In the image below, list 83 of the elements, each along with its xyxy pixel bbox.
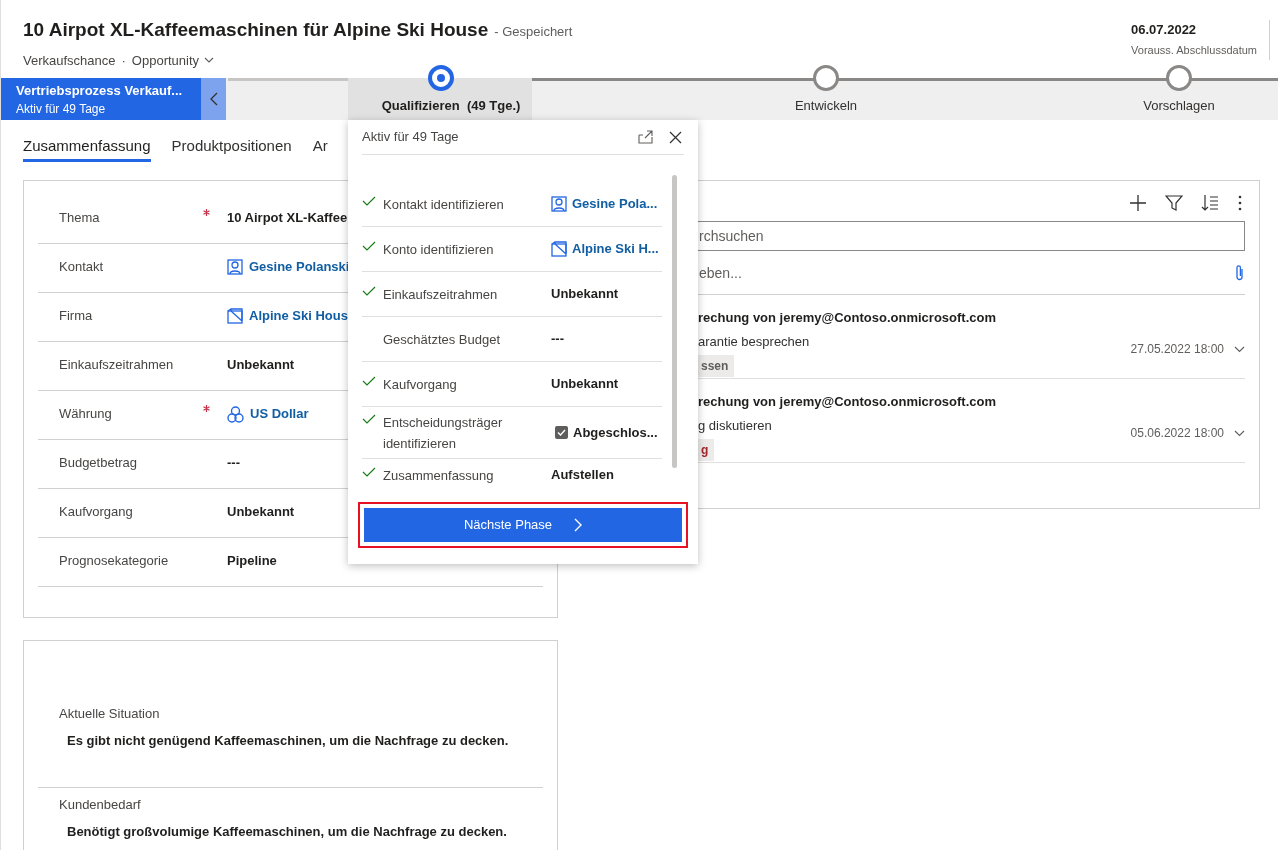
stage-marker[interactable] bbox=[813, 65, 839, 91]
step-label: Kaufvorgang bbox=[383, 375, 458, 394]
step-label: Geschätztes Budget bbox=[383, 330, 502, 349]
add-icon[interactable] bbox=[1129, 194, 1147, 212]
step-link[interactable]: Gesine Pola... bbox=[572, 194, 658, 214]
expand-icon[interactable] bbox=[638, 130, 653, 144]
step-value: Unbekannt bbox=[551, 285, 619, 304]
field-label: Firma bbox=[59, 307, 94, 325]
field-link[interactable]: Gesine Polanski bbox=[249, 257, 350, 277]
field-label: Kundenbedarf bbox=[59, 796, 142, 814]
note-field[interactable]: eben... bbox=[677, 257, 1235, 288]
chevron-down-icon[interactable] bbox=[1234, 345, 1245, 353]
entity-name: Verkaufschance bbox=[23, 51, 116, 70]
activity-tag: g bbox=[698, 439, 715, 461]
flyout-title: Aktiv für 49 Tage bbox=[362, 128, 459, 147]
step-label: Entscheidungsträger identifizieren bbox=[383, 413, 504, 453]
key-field-label: Vorauss. Abschlussdatum bbox=[1131, 42, 1257, 58]
record-title: 10 Airpot XL-Kaffeemaschinen für Alpine Ski House bbox=[23, 18, 489, 42]
tab[interactable]: Ar bbox=[312, 136, 328, 162]
field-label: Währung bbox=[59, 405, 113, 423]
step-value: Aufstellen bbox=[551, 466, 614, 484]
stage-label[interactable]: Qualifizieren (49 Tge.) bbox=[381, 96, 521, 116]
field-value: Unbekannt bbox=[227, 356, 295, 375]
field-value: --- bbox=[227, 454, 240, 473]
sort-icon[interactable] bbox=[1201, 194, 1219, 212]
process-name-panel[interactable]: Vertriebsprozess Verkauf... Aktiv für 49 Tage bbox=[1, 78, 201, 120]
field-label: Prognosekategorie bbox=[59, 552, 170, 570]
activity-time: 27.05.2022 18:00 bbox=[1130, 341, 1224, 358]
field-value: Unbekannt bbox=[227, 503, 295, 522]
field-label: Kaufvorgang bbox=[59, 503, 134, 521]
step-value: --- bbox=[551, 330, 564, 349]
stage-label[interactable]: Entwickeln bbox=[794, 96, 858, 116]
field-label: Einkaufszeitrahmen bbox=[59, 356, 175, 374]
contact-icon bbox=[551, 196, 567, 212]
field-label: Kontakt bbox=[59, 258, 105, 276]
stage-label[interactable]: Vorschlagen bbox=[1143, 96, 1215, 116]
activity-title: rechung von jeremy@Contoso.onmicrosoft.com bbox=[698, 309, 996, 327]
step-label: Einkaufszeitrahmen bbox=[383, 285, 499, 304]
stage-marker[interactable] bbox=[428, 65, 454, 91]
key-field-value: 06.07.2022 bbox=[1131, 21, 1198, 39]
field-label: Budgetbetrag bbox=[59, 454, 139, 472]
chevron-left-icon bbox=[209, 92, 218, 106]
field-value: Es gibt nicht genügend Kaffeemaschinen, um die Nachfrage zu decken. bbox=[66, 731, 510, 750]
field-link[interactable]: Alpine Ski Hous bbox=[249, 306, 348, 326]
form-selector[interactable]: Opportunity bbox=[131, 50, 215, 70]
field-label: Thema bbox=[59, 209, 101, 227]
save-status: - Gespeichert bbox=[494, 23, 573, 41]
field-link[interactable]: US Dollar bbox=[250, 404, 309, 424]
stage-marker[interactable] bbox=[1166, 65, 1192, 91]
account-icon bbox=[551, 241, 567, 257]
chevron-right-icon bbox=[574, 518, 583, 532]
currency-icon bbox=[227, 405, 244, 423]
activity-time: 05.06.2022 18:00 bbox=[1130, 425, 1224, 442]
checkbox[interactable] bbox=[555, 426, 568, 439]
activity-subject: g diskutieren bbox=[698, 416, 773, 435]
step-link[interactable]: Alpine Ski H... bbox=[572, 239, 659, 259]
step-value: Abgeschlos... bbox=[573, 423, 658, 442]
field-value: Pipeline bbox=[227, 552, 277, 571]
step-value: Unbekannt bbox=[551, 375, 619, 394]
step-label: Konto identifizieren bbox=[383, 240, 495, 259]
process-duration: Aktiv für 49 Tage bbox=[16, 101, 107, 118]
filter-icon[interactable] bbox=[1165, 194, 1183, 212]
contact-icon bbox=[227, 259, 243, 275]
more-icon[interactable] bbox=[1237, 194, 1243, 212]
paperclip-icon[interactable] bbox=[1235, 263, 1245, 282]
next-stage-button[interactable]: Nächste Phase bbox=[364, 508, 682, 542]
step-label: Zusammenfassung bbox=[383, 467, 495, 485]
account-icon bbox=[227, 308, 243, 324]
field-value: Benötigt großvolumige Kaffeemaschinen, um die Nachfrage zu decken. bbox=[66, 822, 508, 841]
chevron-down-icon[interactable] bbox=[1234, 429, 1245, 437]
activity-title: rechung von jeremy@Contoso.onmicrosoft.com bbox=[698, 393, 996, 411]
field-label: Aktuelle Situation bbox=[59, 705, 161, 723]
step-label: Kontakt identifizieren bbox=[383, 195, 505, 214]
close-icon[interactable] bbox=[669, 130, 682, 144]
activity-subject: arantie besprechen bbox=[698, 332, 811, 351]
process-name: Vertriebsprozess Verkauf... bbox=[16, 82, 184, 100]
tab[interactable]: Zusammenfassung bbox=[23, 136, 151, 162]
chevron-down-icon bbox=[204, 57, 215, 64]
field-value: 10 Airpot XL-Kaffee bbox=[227, 209, 348, 228]
separator: · bbox=[121, 51, 126, 70]
activity-tag: ssen bbox=[698, 355, 735, 377]
scrollbar[interactable] bbox=[672, 175, 677, 468]
tab[interactable]: Produktpositionen bbox=[171, 136, 292, 162]
